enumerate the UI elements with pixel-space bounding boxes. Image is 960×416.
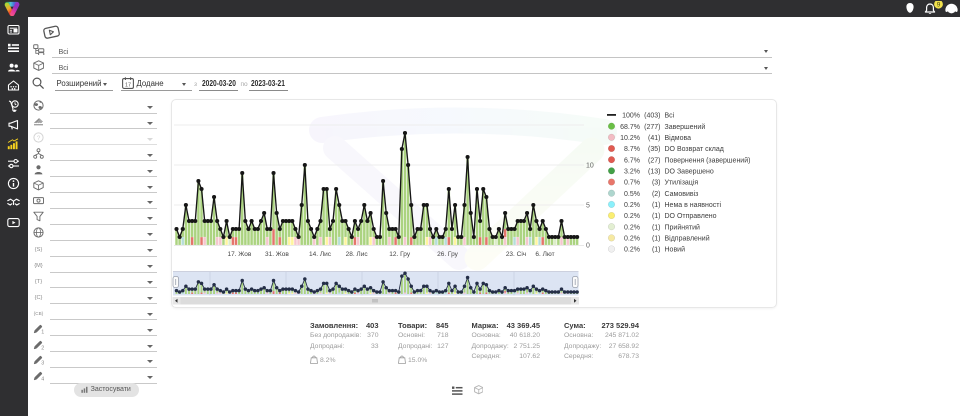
- svg-text:26. Гру: 26. Гру: [437, 251, 459, 258]
- svg-text:17: 17: [125, 82, 131, 88]
- svg-text:DO Отправлено: DO Отправлено: [665, 213, 717, 220]
- svg-text:68.7%: 68.7%: [620, 124, 640, 131]
- svg-text:Всі: Всі: [665, 112, 675, 120]
- svg-text:17. Жов: 17. Жов: [227, 251, 251, 258]
- svg-text:12. Гру: 12. Гру: [389, 251, 411, 258]
- svg-text:0.2%: 0.2%: [624, 202, 640, 209]
- svg-text:{CB}: {CB}: [34, 311, 44, 316]
- svg-text:{S}: {S}: [35, 247, 43, 253]
- svg-text:10: 10: [586, 163, 594, 170]
- svg-text:(41): (41): [648, 135, 660, 142]
- svg-text:Самовивіз: Самовивіз: [665, 190, 699, 198]
- svg-text:Відмова: Відмова: [665, 134, 692, 142]
- svg-text:6.7%: 6.7%: [624, 157, 640, 164]
- svg-text:8.7%: 8.7%: [624, 146, 640, 153]
- svg-text:Новий: Новий: [665, 246, 686, 254]
- svg-text:Відправлений: Відправлений: [665, 235, 710, 243]
- svg-text:3: 3: [41, 361, 44, 365]
- svg-text:28. Лис: 28. Лис: [346, 251, 369, 258]
- svg-text:23. Січ: 23. Січ: [506, 250, 526, 258]
- svg-text:(35): (35): [648, 146, 660, 153]
- svg-text:10.2%: 10.2%: [620, 135, 640, 142]
- svg-text:3.2%: 3.2%: [624, 168, 640, 175]
- svg-text:(277): (277): [644, 124, 660, 131]
- svg-text:?: ?: [37, 135, 41, 142]
- svg-text:{T}: {T}: [35, 279, 42, 285]
- svg-text:(2): (2): [652, 191, 661, 198]
- svg-text:Утилізація: Утилізація: [665, 179, 699, 187]
- svg-text:(1): (1): [652, 236, 661, 243]
- svg-text:0.2%: 0.2%: [624, 247, 640, 254]
- svg-text:0.2%: 0.2%: [624, 236, 640, 243]
- svg-text:DO Завершено: DO Завершено: [665, 168, 714, 175]
- svg-text:6. Лют: 6. Лют: [535, 251, 554, 258]
- svg-text:DO Возврат склад: DO Возврат склад: [665, 146, 724, 153]
- svg-text:4: 4: [41, 377, 44, 381]
- svg-text:Повернення (завершений): Повернення (завершений): [665, 156, 751, 164]
- svg-text:Завершений: Завершений: [665, 123, 706, 131]
- svg-text:(403): (403): [644, 113, 660, 120]
- svg-text:Прийнятий: Прийнятий: [665, 223, 701, 231]
- svg-text:2: 2: [41, 345, 44, 349]
- svg-text:(13): (13): [648, 168, 660, 175]
- svg-text:(1): (1): [652, 247, 661, 254]
- svg-text:(27): (27): [648, 157, 660, 164]
- svg-text:{C}: {C}: [35, 295, 43, 301]
- svg-text:14. Лис: 14. Лис: [309, 251, 332, 258]
- svg-text:0.7%: 0.7%: [624, 180, 640, 187]
- svg-text:31. Жов: 31. Жов: [265, 251, 289, 258]
- svg-text:1: 1: [41, 329, 44, 333]
- svg-text:(1): (1): [652, 224, 661, 231]
- svg-text:0.2%: 0.2%: [624, 224, 640, 231]
- svg-text:{M}: {M}: [34, 263, 43, 269]
- svg-text:0.5%: 0.5%: [624, 191, 640, 198]
- svg-text:Нема в наявності: Нема в наявності: [665, 201, 722, 209]
- svg-text:100%: 100%: [622, 113, 640, 120]
- svg-text:(1): (1): [652, 213, 661, 220]
- svg-text:0: 0: [586, 243, 590, 250]
- svg-text:(1): (1): [652, 202, 661, 209]
- svg-text:(3): (3): [652, 180, 661, 187]
- svg-text:0.2%: 0.2%: [624, 213, 640, 220]
- svg-text:9: 9: [937, 2, 941, 9]
- svg-text:5: 5: [586, 203, 590, 210]
